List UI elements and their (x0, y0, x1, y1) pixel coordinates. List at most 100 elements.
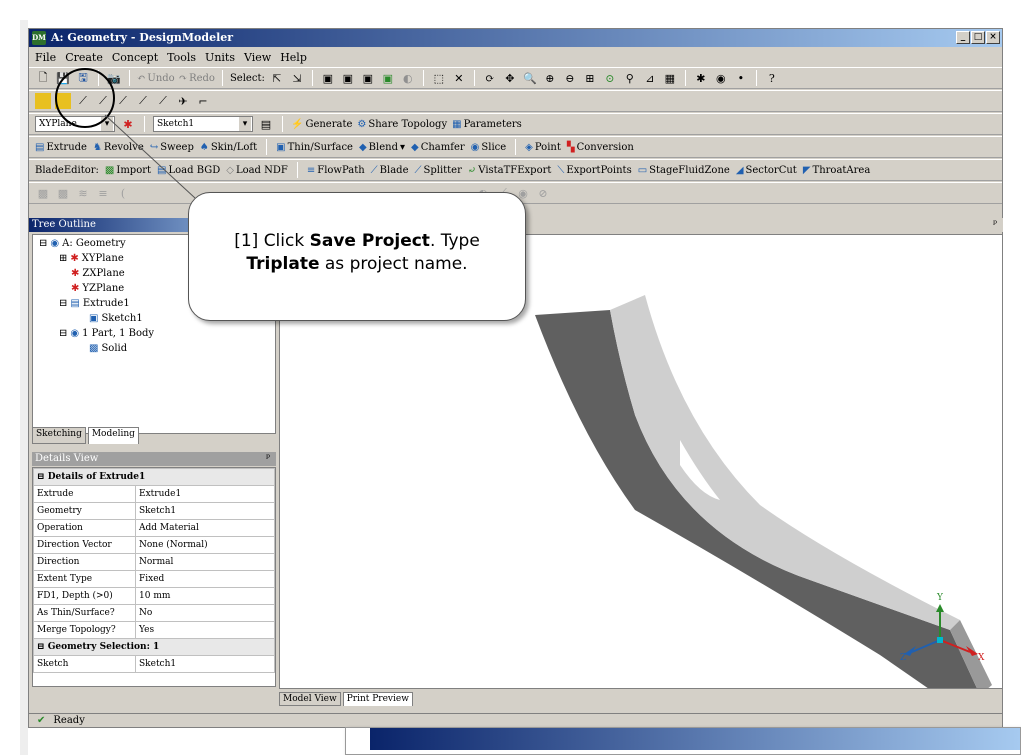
sketch-spline-icon[interactable]: ⟋ (135, 93, 151, 109)
tree-node-sketch1[interactable]: ▣ Sketch1 (89, 313, 143, 324)
sketch-pin-icon[interactable]: ✈ (175, 93, 191, 109)
tree-node-geometry[interactable]: ⊟ ◉ A: Geometry (39, 238, 126, 249)
zoom-in-icon[interactable]: ⊕ (542, 70, 558, 86)
select-points-icon[interactable]: ▣ (320, 70, 336, 86)
slice-button[interactable]: ◉ Slice (471, 142, 507, 153)
menu-tools[interactable]: Tools (167, 51, 196, 64)
zoom-out-icon[interactable]: ⊖ (562, 70, 578, 86)
details-value[interactable]: No (135, 604, 275, 622)
point-display-icon[interactable]: • (733, 70, 749, 86)
load-ndf-button[interactable]: ◇ Load NDF (226, 165, 288, 176)
maximize-button[interactable]: □ (971, 31, 985, 44)
details-row[interactable]: Geometry Sketch1 (33, 502, 275, 520)
details-pin-icon[interactable]: ᵖ (266, 452, 270, 466)
undo-button[interactable]: ↶ Undo (137, 73, 175, 84)
tab-model-view[interactable]: Model View (279, 692, 341, 706)
zoom-icon[interactable]: 🔍 (522, 70, 538, 86)
menu-help[interactable]: Help (280, 51, 307, 64)
details-row[interactable]: Direction Normal (33, 553, 275, 571)
select-mode-icon[interactable]: ⇱ (269, 70, 285, 86)
sketch-tool-2-icon[interactable]: ▩ (55, 185, 71, 201)
generate-button[interactable]: ⚡ Generate (291, 119, 352, 130)
tree-node-part-body[interactable]: ⊟ ◉ 1 Part, 1 Body (59, 328, 154, 339)
menu-file[interactable]: File (35, 51, 56, 64)
details-section-geometry[interactable]: ⊟ Geometry Selection: 1 (33, 638, 275, 656)
details-row[interactable]: Sketch Sketch1 (33, 655, 275, 673)
details-row[interactable]: Direction Vector None (Normal) (33, 536, 275, 554)
blade-button[interactable]: ⟋ Blade (371, 165, 409, 176)
box-deselect-icon[interactable]: ✕ (451, 70, 467, 86)
splitter-button[interactable]: ⟋ Splitter (415, 165, 462, 176)
look-at-icon[interactable] (35, 93, 51, 109)
tree-node-zxplane[interactable]: ✱ ZXPlane (71, 268, 125, 279)
details-row[interactable]: Extent Type Fixed (33, 570, 275, 588)
details-row[interactable]: Extrude Extrude1 (33, 485, 275, 503)
menu-units[interactable]: Units (205, 51, 235, 64)
details-value[interactable]: Sketch1 (135, 655, 275, 673)
sketch-polyline-icon[interactable]: ⌐ (195, 93, 211, 109)
magnifier-icon[interactable]: ⚲ (622, 70, 638, 86)
pin-icon[interactable]: ᵖ (993, 218, 997, 232)
select-edges-icon[interactable]: ▣ (340, 70, 356, 86)
select-faces-icon[interactable]: ▣ (360, 70, 376, 86)
new-icon[interactable]: 🗋 (35, 70, 51, 86)
details-row[interactable]: Operation Add Material (33, 519, 275, 537)
select-filter-icon[interactable]: ⇲ (289, 70, 305, 86)
details-row[interactable]: FD1, Depth (>0) 10 mm (33, 587, 275, 605)
point-button[interactable]: ◈ Point (525, 142, 561, 153)
throat-area-button[interactable]: ◤ ThroatArea (803, 165, 870, 176)
redo-button[interactable]: ↷ Redo (179, 73, 215, 84)
details-value[interactable]: Sketch1 (135, 502, 275, 520)
conversion-button[interactable]: ▚ Conversion (567, 142, 634, 153)
sector-cut-button[interactable]: ◢ SectorCut (736, 165, 797, 176)
details-row[interactable]: As Thin/Surface? No (33, 604, 275, 622)
thin-surface-button[interactable]: ▣ Thin/Surface (276, 142, 353, 153)
zoom-box-icon[interactable]: ⊞ (582, 70, 598, 86)
pan-icon[interactable]: ✥ (502, 70, 518, 86)
vista-tf-export-button[interactable]: ⤾ VistaTFExport (468, 165, 552, 176)
sketch-tool-3-icon[interactable]: ≋ (75, 185, 91, 201)
minimize-button[interactable]: _ (956, 31, 970, 44)
details-value[interactable]: Extrude1 (135, 485, 275, 503)
sketch-tool-1-icon[interactable]: ▩ (35, 185, 51, 201)
parameters-button[interactable]: ▦ Parameters (452, 119, 522, 130)
details-section-extrude[interactable]: ⊟ Details of Extrude1 (33, 468, 275, 486)
skin-loft-button[interactable]: ♠ Skin/Loft (200, 142, 257, 153)
details-value[interactable]: Fixed (135, 570, 275, 588)
close-button[interactable]: × (986, 31, 1000, 44)
triad-icon[interactable]: ✱ (693, 70, 709, 86)
display-icon[interactable]: ▦ (662, 70, 678, 86)
tab-sketching[interactable]: Sketching (32, 427, 86, 444)
flowpath-button[interactable]: ≡ FlowPath (307, 165, 365, 176)
stage-fluid-zone-button[interactable]: ▭ StageFluidZone (638, 165, 730, 176)
chamfer-button[interactable]: ◆ Chamfer (411, 142, 465, 153)
menu-view[interactable]: View (244, 51, 271, 64)
select-bodies-icon[interactable]: ▣ (380, 70, 396, 86)
details-value[interactable]: 10 mm (135, 587, 275, 605)
extrude-button[interactable]: ▤ Extrude (35, 142, 87, 153)
details-row[interactable]: Merge Topology? Yes (33, 621, 275, 639)
sketch-arc-icon[interactable]: ⟋ (115, 93, 131, 109)
extend-icon[interactable]: ◐ (400, 70, 416, 86)
display-plane-icon[interactable]: ◉ (713, 70, 729, 86)
rotate-icon[interactable]: ⟳ (482, 70, 498, 86)
tab-print-preview[interactable]: Print Preview (342, 692, 413, 706)
tab-modeling[interactable]: Modeling (87, 427, 139, 444)
share-topology-button[interactable]: ⚙ Share Topology (357, 119, 447, 130)
export-points-button[interactable]: ⟍ ExportPoints (557, 165, 631, 176)
details-value[interactable]: Normal (135, 553, 275, 571)
menu-create[interactable]: Create (65, 51, 103, 64)
new-sketch-button-icon[interactable]: ▤ (258, 116, 274, 132)
details-value[interactable]: Yes (135, 621, 275, 639)
tree-node-yzplane[interactable]: ✱ YZPlane (71, 283, 124, 294)
details-value[interactable]: Add Material (135, 519, 275, 537)
tree-node-xyplane[interactable]: ⊞ ✱ XYPlane (59, 253, 124, 264)
tree-node-extrude1[interactable]: ⊟ ▤ Extrude1 (59, 298, 130, 309)
help-pointer-icon[interactable]: ? (764, 70, 780, 86)
details-value[interactable]: None (Normal) (135, 536, 275, 554)
iso-view-icon[interactable]: ⊿ (642, 70, 658, 86)
zoom-fit-icon[interactable]: ⊙ (602, 70, 618, 86)
blend-button[interactable]: ◆ Blend ▾ (359, 142, 405, 153)
tree-node-solid[interactable]: ▩ Solid (89, 343, 127, 354)
box-select-icon[interactable]: ⬚ (431, 70, 447, 86)
